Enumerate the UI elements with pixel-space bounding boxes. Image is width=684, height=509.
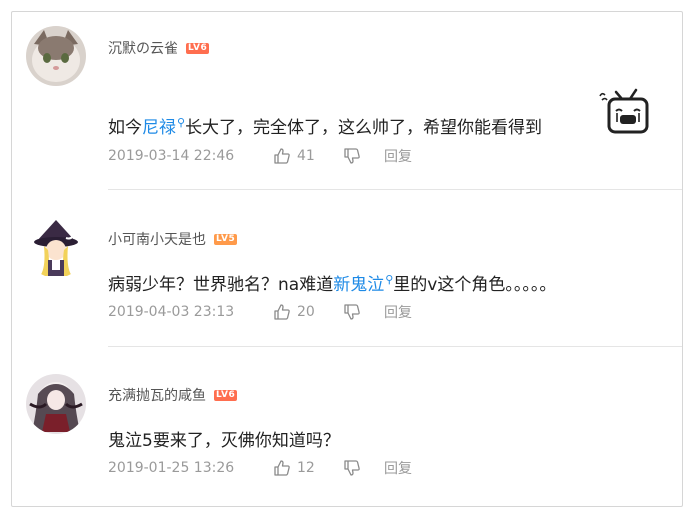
comment-meta: 2019-03-14 22:46 41 回复: [108, 146, 412, 166]
thumbs-up-icon[interactable]: [273, 303, 291, 321]
comment-text: 病弱少年？世界驰名？na难道新鬼泣⚲里的v这个角色。。。。。: [108, 273, 557, 295]
thumbs-up-icon[interactable]: [273, 459, 291, 477]
reply-button[interactable]: 回复: [384, 302, 412, 322]
avatar[interactable]: [26, 26, 86, 86]
username[interactable]: 充满抛瓦的咸鱼 LV6: [108, 385, 238, 405]
timestamp: 2019-04-03 23:13: [108, 304, 235, 320]
keyword-link[interactable]: 尼禄⚲: [142, 116, 186, 138]
username-label[interactable]: 沉默の云雀: [108, 38, 178, 58]
level-badge: LV6: [214, 389, 238, 401]
timestamp: 2019-01-25 13:26: [108, 460, 235, 476]
comment-meta: 2019-04-03 23:13 20 回复: [108, 302, 412, 322]
thumbs-down-icon[interactable]: [343, 147, 361, 165]
search-icon: ⚲: [177, 116, 186, 130]
username-label[interactable]: 充满抛瓦的咸鱼: [108, 385, 206, 405]
divider: [108, 346, 682, 347]
avatar[interactable]: [26, 218, 86, 278]
keyword-link[interactable]: 新鬼泣⚲: [333, 273, 393, 295]
thumbs-up-icon[interactable]: [273, 147, 291, 165]
like-count: 12: [297, 460, 315, 476]
username[interactable]: 沉默の云雀 LV6: [108, 38, 210, 58]
like-count: 41: [297, 148, 315, 164]
reply-button[interactable]: 回复: [384, 146, 412, 166]
username[interactable]: 小可南小天是也 LV5: [108, 229, 238, 249]
thumbs-down-icon[interactable]: [343, 459, 361, 477]
tv-crying-emoji-icon: [599, 88, 649, 134]
comment-meta: 2019-01-25 13:26 12 回复: [108, 458, 412, 478]
thumbs-down-icon[interactable]: [343, 303, 361, 321]
avatar[interactable]: [26, 374, 86, 434]
comment-text: 鬼泣5要来了，灭佛你知道吗？: [108, 431, 340, 451]
comment-list: 沉默の云雀 LV6 如今尼禄⚲长大了，完全体了，这么帅了，希望你能看得到 201…: [11, 11, 683, 507]
divider: [108, 189, 682, 190]
comment-text: 如今尼禄⚲长大了，完全体了，这么帅了，希望你能看得到: [108, 116, 543, 138]
username-label[interactable]: 小可南小天是也: [108, 229, 206, 249]
like-count: 20: [297, 304, 315, 320]
timestamp: 2019-03-14 22:46: [108, 148, 235, 164]
level-badge: LV5: [214, 233, 238, 245]
level-badge: LV6: [186, 42, 210, 54]
reply-button[interactable]: 回复: [384, 458, 412, 478]
